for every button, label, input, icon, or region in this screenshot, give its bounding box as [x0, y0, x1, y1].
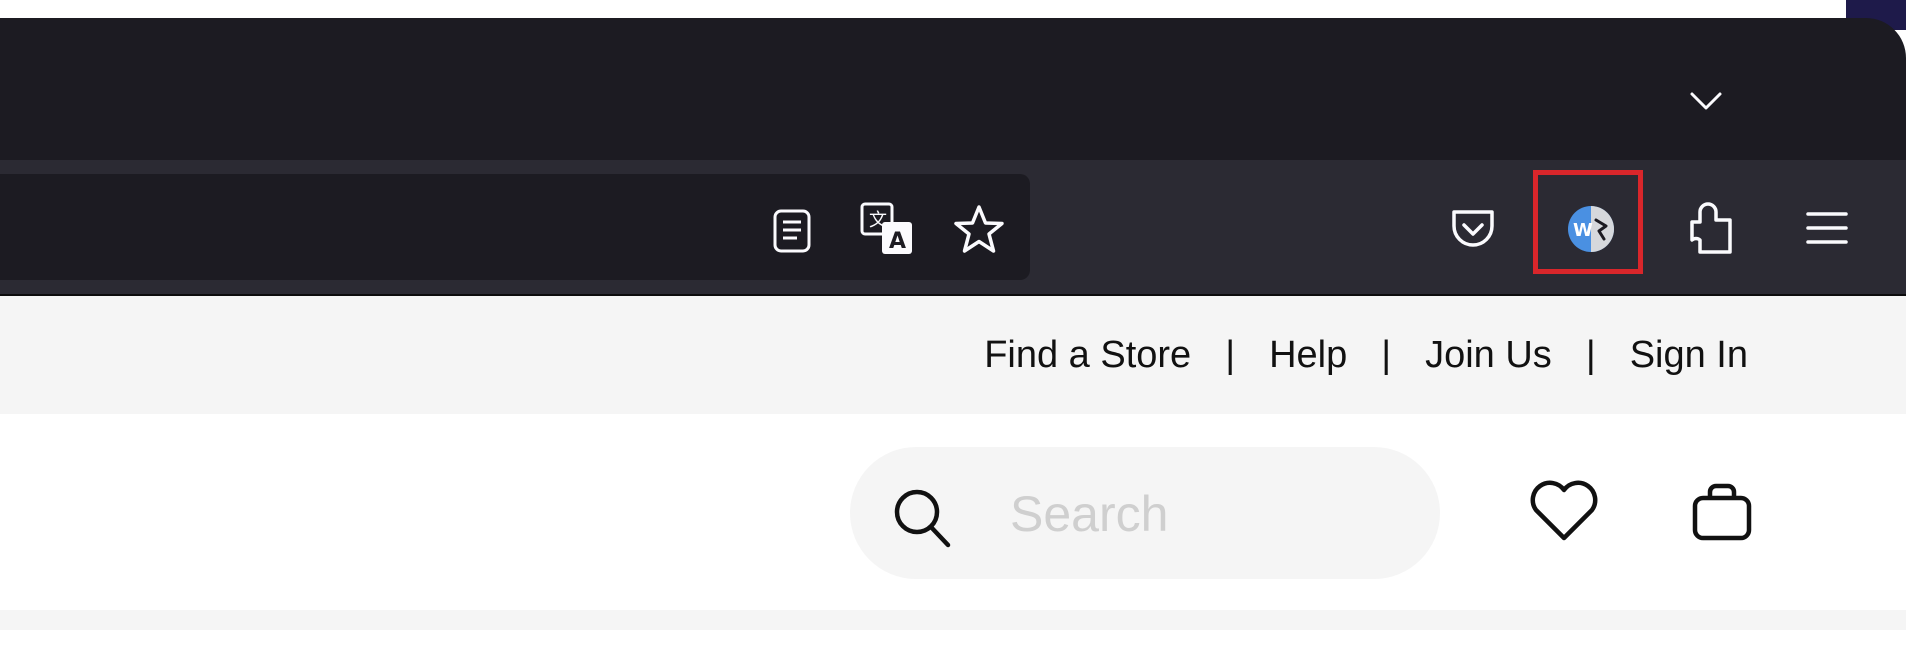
find-store-link[interactable]: Find a Store [984, 334, 1191, 377]
bag-icon[interactable] [1690, 480, 1754, 544]
search-input[interactable] [1008, 477, 1412, 551]
address-bar[interactable]: 文 A [0, 174, 1030, 280]
pocket-icon[interactable] [1450, 208, 1496, 250]
utility-nav-bar: Find a Store | Help | Join Us | Sign In [0, 296, 1906, 414]
nav-separator: | [1381, 333, 1392, 376]
translate-icon[interactable]: 文 A [860, 202, 914, 256]
hamburger-menu-icon[interactable] [1806, 210, 1848, 246]
nav-separator: | [1225, 333, 1236, 376]
nav-toolbar: 文 A W [0, 160, 1906, 296]
puzzle-icon[interactable] [1686, 200, 1736, 256]
sign-in-link[interactable]: Sign In [1630, 334, 1748, 377]
nav-separator: | [1585, 333, 1596, 376]
svg-text:A: A [889, 229, 906, 254]
wordtune-extension-icon[interactable]: W [1566, 204, 1616, 254]
help-link[interactable]: Help [1269, 334, 1347, 377]
site-header [0, 414, 1906, 610]
tab-bar [0, 18, 1906, 160]
star-icon[interactable] [952, 204, 1006, 256]
utility-links: Find a Store | Help | Join Us | Sign In [984, 296, 1748, 414]
reader-view-icon[interactable] [772, 208, 812, 254]
search-icon[interactable] [890, 485, 954, 549]
chevron-down-icon[interactable] [1688, 88, 1724, 112]
join-us-link[interactable]: Join Us [1425, 334, 1552, 377]
header-divider [0, 610, 1906, 630]
heart-icon[interactable] [1528, 480, 1600, 544]
svg-text:W: W [1573, 220, 1593, 241]
search-box[interactable] [850, 447, 1440, 579]
